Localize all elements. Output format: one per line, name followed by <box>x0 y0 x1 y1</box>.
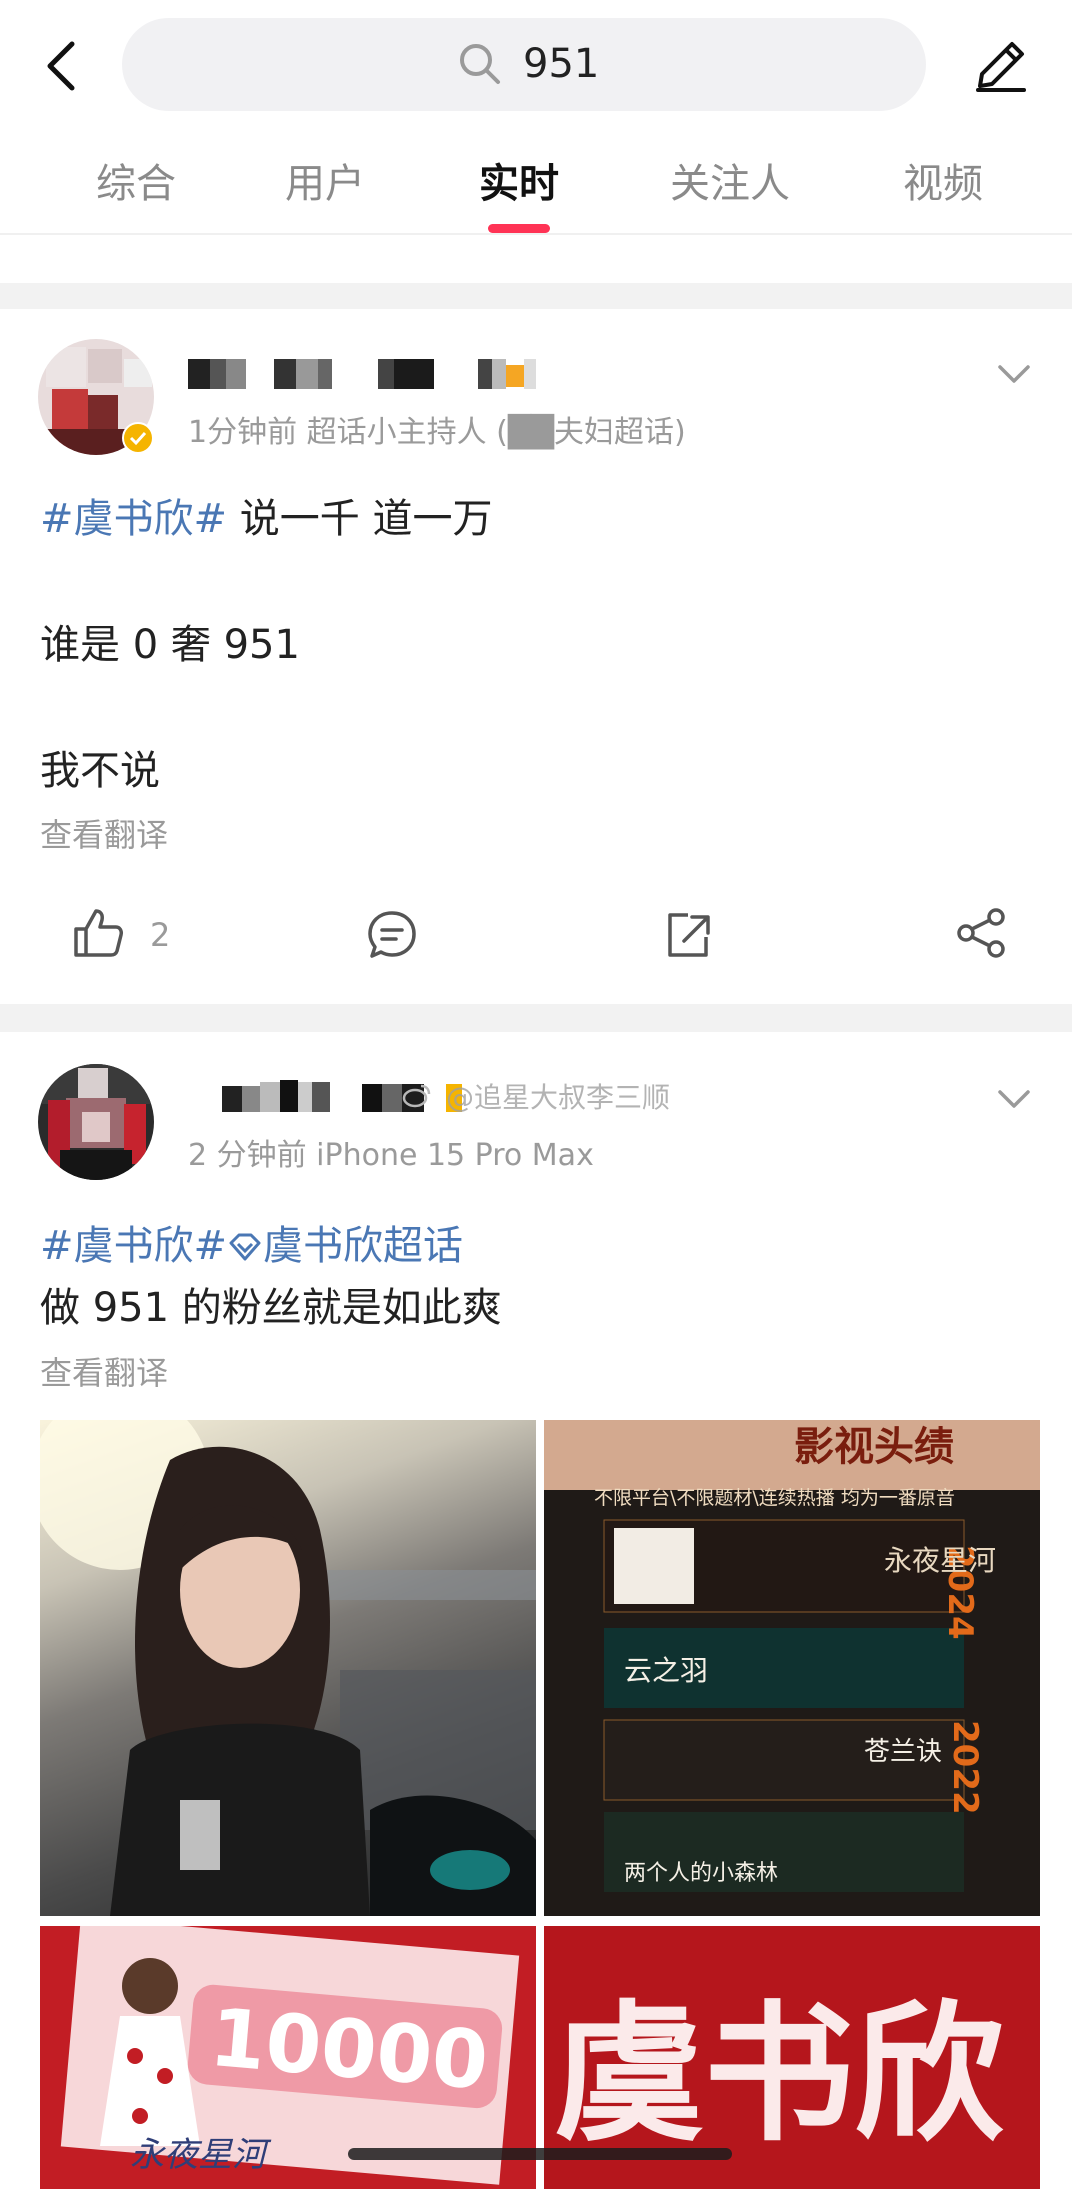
post-card[interactable]: @追星大叔李三顺 2 分钟前 iPhone 15 Pro Max #虞书欣# 虞书… <box>0 1032 1072 2189</box>
watermark-text: @追星大叔李三顺 <box>446 1081 671 1114</box>
share-icon[interactable] <box>954 905 1010 961</box>
image-drama-poster[interactable]: 影视头绩 不限平台\不限题材\连续热播 均为一番原音 2024 2023 202… <box>544 1420 1040 1916</box>
post-text-line-2: 做 951 的粉丝就是如此爽 <box>40 1285 502 1331</box>
poster-subtitle: 不限平台\不限题材\连续热播 均为一番原音 <box>594 1487 955 1509</box>
post-text-line-2: 谁是 0 奢 951 <box>40 622 300 668</box>
home-indicator <box>348 2148 732 2160</box>
post-meta: 1分钟前 超话小主持人 (██夫妇超话) <box>188 415 686 450</box>
translate-link[interactable]: 查看翻译 <box>40 1352 168 1394</box>
section-divider <box>0 1004 1072 1032</box>
big-title: 虞书欣 <box>554 1988 1004 2162</box>
post-card[interactable]: 1分钟前 超话小主持人 (██夫妇超话) #虞书欣# 说一千 道一万 谁是 0 … <box>0 309 1072 1004</box>
tab-comprehensive[interactable]: 综合 <box>96 158 176 210</box>
banner-drama: 永夜星河 <box>130 2135 272 2175</box>
tab-video[interactable]: 视频 <box>903 158 983 210</box>
poster-drama: 云之羽 <box>624 1654 708 1687</box>
repost-icon[interactable] <box>660 907 716 963</box>
poster-drama: 两个人的小森林 <box>624 1861 778 1886</box>
verified-icon <box>122 422 154 454</box>
supertopic-link[interactable]: 虞书欣超话 <box>263 1223 463 1269</box>
post-text-line-1: #虞书欣# 说一千 道一万 <box>40 496 493 542</box>
post-text-line-3: 我不说 <box>40 748 160 794</box>
like-icon[interactable] <box>70 905 126 961</box>
search-query: 951 <box>523 41 600 87</box>
image-selfie-racetrack[interactable] <box>40 1420 536 1916</box>
tab-bar: 综合 用户 实时 关注人 视频 <box>0 140 1072 235</box>
top-bar: 951 <box>0 0 1072 135</box>
tab-following[interactable]: 关注人 <box>670 158 790 210</box>
section-divider <box>0 283 1072 309</box>
translate-link[interactable]: 查看翻译 <box>40 814 168 856</box>
poster-title: 影视头绩 <box>794 1424 954 1470</box>
back-arrow-icon[interactable] <box>38 36 88 96</box>
chevron-down-icon[interactable] <box>994 1084 1034 1114</box>
hashtag-link[interactable]: #虞书欣# <box>40 496 227 542</box>
selfie-illustration <box>40 1420 536 1916</box>
comment-icon[interactable] <box>364 907 420 963</box>
supertopic-diamond-icon <box>229 1233 261 1261</box>
username-blurred[interactable] <box>188 357 548 391</box>
like-count: 2 <box>150 916 171 954</box>
weibo-logo-icon <box>402 1084 431 1108</box>
poster-drama: 苍兰诀 <box>864 1737 942 1767</box>
poster-drama: 永夜星河 <box>884 1544 996 1577</box>
poster-year: 2022 <box>945 1720 985 1815</box>
chevron-down-icon[interactable] <box>994 359 1034 389</box>
drama-poster-illustration: 影视头绩 不限平台\不限题材\连续热播 均为一番原音 2024 2023 202… <box>544 1420 1040 1916</box>
active-tab-indicator <box>488 224 550 233</box>
avatar[interactable] <box>38 1064 154 1180</box>
search-icon <box>460 44 500 84</box>
search-input[interactable]: 951 <box>122 18 926 111</box>
hashtag-link[interactable]: #虞书欣# <box>40 1223 227 1269</box>
post-text-line-1: #虞书欣# 虞书欣超话 <box>40 1220 463 1272</box>
tab-realtime[interactable]: 实时 <box>479 158 559 210</box>
tab-users[interactable]: 用户 <box>285 158 365 210</box>
post-meta: 2 分钟前 iPhone 15 Pro Max <box>188 1138 594 1173</box>
edit-icon[interactable] <box>968 34 1032 98</box>
